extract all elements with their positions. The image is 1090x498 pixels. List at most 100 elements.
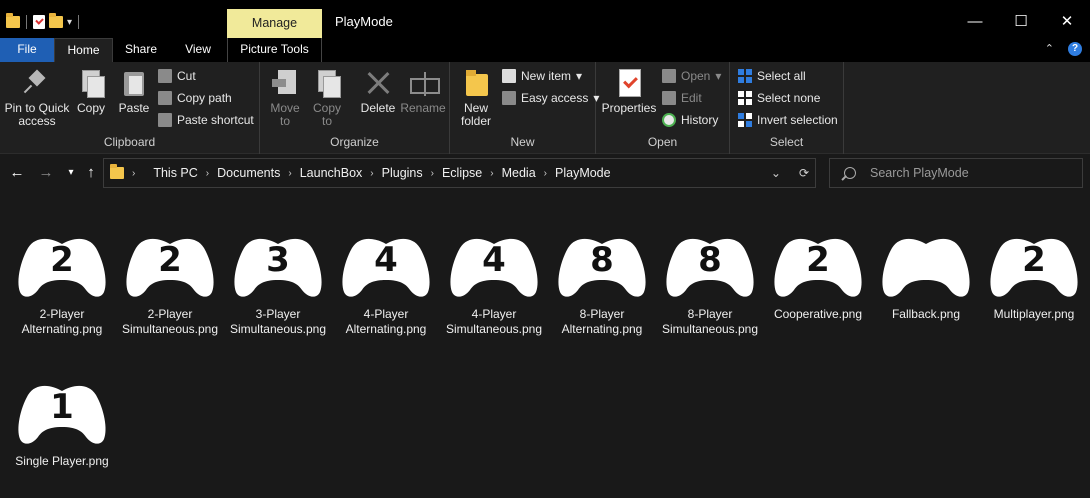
easy-access-button[interactable]: Easy access ▾ bbox=[502, 89, 599, 107]
file-item[interactable]: 8 8-Player Simultaneous.png bbox=[657, 232, 763, 337]
recent-locations-icon[interactable]: ▾ bbox=[62, 162, 80, 184]
clipboard-group-label: Clipboard bbox=[103, 135, 156, 149]
tab-manage[interactable]: Manage bbox=[227, 9, 322, 38]
select-group: Select all Select none Invert selection … bbox=[730, 62, 844, 154]
file-item[interactable]: 2 2-Player Alternating.png bbox=[9, 232, 115, 337]
file-item[interactable]: 4 4-Player Simultaneous.png bbox=[441, 232, 547, 337]
invert-selection-button[interactable]: Invert selection bbox=[738, 111, 838, 129]
tab-picture-tools[interactable]: Picture Tools bbox=[227, 38, 322, 62]
file-item[interactable]: 2 Multiplayer.png bbox=[981, 232, 1087, 322]
invert-selection-icon bbox=[738, 113, 752, 127]
new-folder-icon[interactable] bbox=[49, 13, 63, 28]
separator bbox=[26, 15, 27, 29]
ribbon-tabs: File Home Share View Picture Tools ⌃ ? bbox=[0, 38, 1090, 62]
history-icon bbox=[662, 113, 676, 127]
file-item[interactable]: 3 3-Player Simultaneous.png bbox=[225, 232, 331, 337]
forward-arrow-icon[interactable]: → bbox=[37, 162, 55, 184]
file-item[interactable]: 2 2-Player Simultaneous.png bbox=[117, 232, 223, 337]
tab-view[interactable]: View bbox=[169, 38, 227, 62]
paste-label: Paste bbox=[118, 101, 150, 115]
controller-icon: 4 bbox=[450, 238, 538, 297]
help-icon[interactable]: ? bbox=[1068, 42, 1082, 56]
breadcrumb-item[interactable]: LaunchBox bbox=[300, 166, 363, 180]
chevron-right-icon[interactable]: › bbox=[370, 168, 373, 179]
cut-label: Cut bbox=[177, 69, 196, 83]
select-none-icon bbox=[738, 91, 752, 105]
copy-to-label: Copy to bbox=[312, 101, 341, 128]
new-folder-button[interactable]: New folder bbox=[456, 68, 496, 128]
player-count-number: 8 bbox=[698, 240, 722, 280]
new-group: New folder New item ▾ Easy access ▾ New bbox=[450, 62, 599, 154]
address-bar[interactable]: › This PC › Documents › LaunchBox › Plugins › Ec… bbox=[103, 158, 816, 188]
new-item-button[interactable]: New item ▾ bbox=[502, 67, 582, 85]
search-icon bbox=[844, 167, 856, 179]
refresh-icon[interactable]: ⟳ bbox=[799, 166, 809, 180]
breadcrumb-item[interactable]: PlayMode bbox=[555, 166, 611, 180]
select-group-label: Select bbox=[769, 135, 804, 149]
copy-path-button[interactable]: Copy path bbox=[158, 89, 232, 107]
cut-button[interactable]: Cut bbox=[158, 67, 196, 85]
breadcrumb-item[interactable]: Eclipse bbox=[442, 166, 482, 180]
easy-access-label: Easy access bbox=[521, 91, 589, 105]
paste-shortcut-button[interactable]: Paste shortcut bbox=[158, 111, 254, 129]
scissors-icon bbox=[158, 69, 172, 83]
select-none-button[interactable]: Select none bbox=[738, 89, 820, 107]
properties-icon[interactable] bbox=[33, 15, 45, 29]
collapse-ribbon-icon[interactable]: ⌃ bbox=[1045, 42, 1054, 56]
close-button[interactable]: ✕ bbox=[1044, 4, 1090, 38]
file-item[interactable]: Fallback.png bbox=[873, 232, 979, 322]
chevron-right-icon[interactable]: › bbox=[288, 168, 291, 179]
controller-icon: 2 bbox=[126, 238, 214, 297]
file-name: 4-Player Simultaneous.png bbox=[445, 307, 543, 336]
back-arrow-icon[interactable]: ← bbox=[8, 162, 26, 184]
copy-button[interactable]: Copy bbox=[74, 68, 108, 115]
file-item[interactable]: 1 Single Player.png bbox=[9, 379, 115, 469]
chevron-right-icon[interactable]: › bbox=[490, 168, 493, 179]
properties-button[interactable]: Properties bbox=[600, 68, 658, 115]
maximize-button[interactable]: ☐ bbox=[998, 4, 1044, 38]
controller-icon: 2 bbox=[774, 238, 862, 297]
delete-button[interactable]: Delete bbox=[358, 68, 398, 115]
breadcrumb-item[interactable]: Media bbox=[502, 166, 536, 180]
tab-home[interactable]: Home bbox=[54, 38, 113, 62]
breadcrumb-item[interactable]: Plugins bbox=[382, 166, 423, 180]
chevron-right-icon[interactable]: › bbox=[544, 168, 547, 179]
breadcrumb-item[interactable]: This PC bbox=[153, 166, 197, 180]
file-item[interactable]: 8 8-Player Alternating.png bbox=[549, 232, 655, 337]
minimize-button[interactable]: — bbox=[952, 4, 998, 38]
controller-icon: 4 bbox=[342, 238, 430, 297]
file-name: 2-Player Simultaneous.png bbox=[121, 307, 219, 336]
tab-file[interactable]: File bbox=[0, 38, 54, 62]
tab-share[interactable]: Share bbox=[113, 38, 169, 62]
chevron-down-icon[interactable]: ⌄ bbox=[771, 166, 781, 180]
move-to-label: Move to bbox=[270, 101, 300, 128]
paste-button[interactable]: Paste bbox=[116, 68, 152, 115]
file-item[interactable]: 2 Cooperative.png bbox=[765, 232, 871, 322]
chevron-right-icon[interactable]: › bbox=[132, 168, 135, 179]
controller-icon bbox=[882, 238, 970, 297]
search-input[interactable]: Search PlayMode bbox=[870, 166, 969, 180]
rename-label: Rename bbox=[400, 101, 446, 115]
open-button[interactable]: Open ▾ bbox=[662, 67, 721, 85]
new-item-label: New item bbox=[521, 69, 572, 83]
new-folder-label: New folder bbox=[460, 101, 492, 128]
move-to-button[interactable]: Move to bbox=[268, 68, 302, 128]
up-arrow-icon[interactable]: ↑ bbox=[82, 162, 100, 184]
search-box[interactable]: Search PlayMode bbox=[829, 158, 1083, 188]
select-all-button[interactable]: Select all bbox=[738, 67, 806, 85]
chevron-right-icon[interactable]: › bbox=[431, 168, 434, 179]
minimize-icon: — bbox=[967, 12, 983, 30]
pin-to-quick-access-button[interactable]: Pin to Quick access bbox=[4, 68, 70, 128]
chevron-right-icon[interactable]: › bbox=[206, 168, 209, 179]
edit-button[interactable]: Edit bbox=[662, 89, 702, 107]
file-item[interactable]: 4 4-Player Alternating.png bbox=[333, 232, 439, 337]
history-button[interactable]: History bbox=[662, 111, 718, 129]
breadcrumb-item[interactable]: Documents bbox=[217, 166, 280, 180]
chevron-down-icon: ▾ bbox=[576, 69, 583, 83]
copy-to-button[interactable]: Copy to bbox=[310, 68, 344, 128]
customize-toolbar-icon[interactable]: ▾ bbox=[67, 17, 72, 28]
rename-button[interactable]: Rename bbox=[400, 68, 446, 115]
ribbon: Pin to Quick access Copy Paste Cut Copy … bbox=[0, 62, 1090, 154]
folder-icon[interactable] bbox=[6, 13, 20, 28]
open-group: Properties Open ▾ Edit History Open bbox=[596, 62, 730, 154]
